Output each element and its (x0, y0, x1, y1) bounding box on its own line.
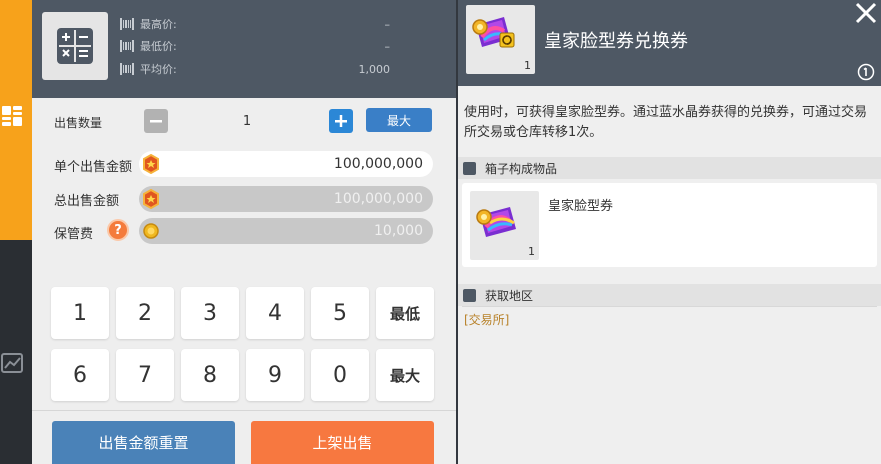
grid-icon[interactable] (1, 105, 23, 127)
plus-icon (335, 115, 347, 127)
fee-value: 10,000 (374, 223, 423, 239)
coupon-item-icon (472, 17, 515, 48)
location-icon (463, 288, 476, 302)
keypad-key-7[interactable]: 7 (116, 349, 174, 401)
price-summary: 最高价: – 最低价: – 平均价: 1,000 (32, 0, 456, 98)
quantity-label: 出售数量 (54, 116, 103, 130)
unit-price-field[interactable]: 100,000,000 (139, 151, 433, 177)
item-slot[interactable]: 1 (466, 5, 535, 74)
keypad-key-max[interactable]: 最大 (376, 349, 434, 401)
keypad-key-8[interactable]: 8 (181, 349, 239, 401)
divider (462, 306, 877, 307)
item-count: 1 (524, 59, 531, 72)
keypad-key-9[interactable]: 9 (246, 349, 304, 401)
average-price-value: 1,000 (358, 62, 391, 76)
calculator-icon (57, 28, 93, 64)
highest-price-row: 最高价: – (120, 16, 390, 32)
keypad-key-3[interactable]: 3 (181, 287, 239, 339)
close-icon[interactable] (853, 0, 879, 26)
obtain-location-link[interactable]: [交易所] (464, 311, 509, 328)
contents-item-name: 皇家脸型券 (548, 199, 614, 214)
item-title: 皇家脸型券兑换券 (544, 31, 688, 52)
list-for-sale-button[interactable]: 上架出售 (251, 421, 434, 464)
item-detail-header: 1 皇家脸型券兑换券 (458, 0, 881, 86)
highest-price-value: – (384, 17, 391, 31)
calculator-button[interactable] (42, 12, 108, 80)
meso-coin-icon (143, 189, 159, 209)
fee-field: 10,000 (139, 218, 433, 244)
total-price-label: 总出售金额 (54, 194, 120, 209)
divider (32, 410, 456, 411)
increase-quantity-button[interactable] (329, 109, 353, 133)
average-price-label: 平均价: (140, 63, 177, 76)
face-coupon-icon (476, 207, 516, 237)
contents-item-slot[interactable]: 1 (470, 191, 539, 260)
keypad-key-5[interactable]: 5 (311, 287, 369, 339)
obtain-header-label: 获取地区 (485, 288, 534, 303)
keypad-key-6[interactable]: 6 (51, 349, 109, 401)
max-quantity-button[interactable]: 最大 (366, 108, 432, 132)
keypad-key-0[interactable]: 0 (311, 349, 369, 401)
contents-card: 1 皇家脸型券 (462, 183, 877, 267)
fee-label: 保管费 (54, 227, 94, 242)
fee-help-button[interactable]: ? (107, 219, 129, 241)
keypad-key-2[interactable]: 2 (116, 287, 174, 339)
keypad-key-4[interactable]: 4 (246, 287, 304, 339)
gold-coin-icon (143, 223, 159, 239)
reset-price-button[interactable]: 出售金额重置 (52, 421, 235, 464)
unit-price-label: 单个出售金额 (54, 160, 133, 175)
quantity-value[interactable]: 1 (232, 114, 262, 129)
total-price-field: 100,000,000 (139, 186, 433, 212)
contents-item-count: 1 (528, 245, 535, 258)
box-icon (463, 161, 476, 175)
item-description: 使用时，可获得皇家脸型券。通过蓝水晶券获得的兑换券，可通过交易所交易或仓库转移1… (464, 105, 868, 140)
highest-price-label: 最高价: (140, 18, 177, 31)
keypad-key-1[interactable]: 1 (51, 287, 109, 339)
chart-icon[interactable] (1, 352, 23, 374)
lowest-price-row: 最低价: – (120, 38, 390, 54)
total-price-value: 100,000,000 (333, 191, 423, 207)
obtain-section-header: 获取地区 (458, 284, 881, 306)
average-price-row: 平均价: 1,000 (120, 61, 390, 77)
unit-price-value: 100,000,000 (333, 156, 423, 172)
info-icon[interactable] (857, 63, 875, 81)
barcode-icon (120, 40, 134, 52)
meso-coin-icon (143, 154, 159, 174)
sell-panel: 最高价: – 最低价: – 平均价: 1,000 出售数量 1 最大 单个出售金… (32, 0, 456, 464)
minus-icon (150, 120, 162, 123)
item-detail-panel: 1 皇家脸型券兑换券 使用时，可获得皇家脸型券。通过蓝水晶券获得的兑换券，可通过… (458, 0, 881, 464)
barcode-icon (120, 18, 134, 30)
contents-header-label: 箱子构成物品 (485, 161, 558, 176)
contents-section-header: 箱子构成物品 (458, 157, 881, 179)
lowest-price-label: 最低价: (140, 40, 177, 53)
lowest-price-value: – (384, 39, 391, 53)
keypad-key-min[interactable]: 最低 (376, 287, 434, 339)
barcode-icon (120, 63, 134, 75)
decrease-quantity-button[interactable] (144, 109, 168, 133)
